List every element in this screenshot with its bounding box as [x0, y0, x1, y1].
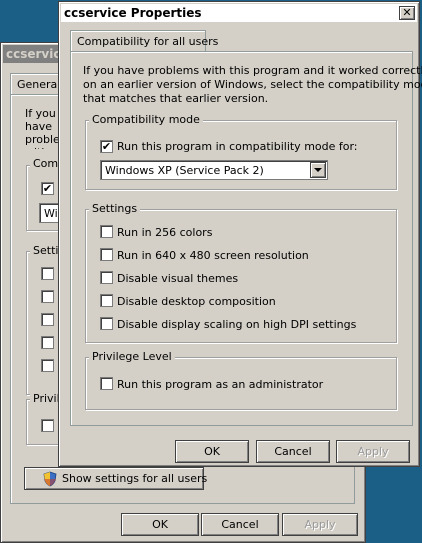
setting-256-colors-label[interactable]: Run in 256 colors [117, 226, 212, 239]
setting-visual-themes-label[interactable]: Disable visual themes [117, 272, 238, 285]
back-tab-general-label: General [17, 78, 61, 91]
setting-256-colors-checkbox[interactable] [100, 225, 113, 238]
compat-mode-group-label: Compatibility mode [89, 113, 203, 126]
back-setting-checkbox-1[interactable] [41, 267, 54, 280]
back-privilege-group-label: Privilege Level [30, 392, 61, 405]
privilege-level-group-label: Privilege Level [89, 350, 175, 363]
back-cancel-button[interactable]: Cancel [201, 513, 279, 536]
settings-group-label: Settings [89, 202, 141, 215]
back-window-title: ccservice Properties [6, 47, 61, 61]
back-ok-button[interactable]: OK [121, 513, 199, 536]
back-compat-group-label: Compatibility mode [30, 157, 61, 170]
setting-640x480-label[interactable]: Run in 640 x 480 screen resolution [117, 249, 309, 262]
setting-dpi-scaling-checkbox[interactable] [100, 317, 113, 330]
intro-line-3: that matches that earlier version. [83, 92, 269, 105]
close-button[interactable]: ✕ [399, 6, 415, 20]
cancel-button[interactable]: Cancel [256, 440, 330, 463]
back-setting-checkbox-5[interactable] [41, 359, 54, 372]
back-intro-text: If you have problems with this program a… [25, 107, 61, 149]
back-setting-checkbox-4[interactable] [41, 336, 54, 349]
back-tab-general[interactable]: General [10, 73, 62, 95]
intro-line-1: If you have problems with this program a… [83, 64, 422, 77]
setting-dpi-scaling-label[interactable]: Disable display scaling on high DPI sett… [117, 318, 356, 331]
back-settings-group-label: Settings [30, 244, 61, 257]
dialog-titlebar[interactable]: ccservice Properties [61, 4, 417, 22]
uac-shield-icon [43, 471, 57, 487]
back-compat-checkbox[interactable]: ✔ [41, 182, 54, 195]
back-show-all-users-button[interactable]: Show settings for all users [24, 467, 208, 490]
setting-desktop-composition-checkbox[interactable] [100, 294, 113, 307]
intro-line-2: on an earlier version of Windows, select… [83, 78, 422, 91]
run-as-admin-checkbox[interactable] [100, 377, 113, 390]
back-window-titlebar[interactable]: ccservice Properties [3, 45, 61, 63]
compat-mode-checkbox-label[interactable]: Run this program in compatibility mode f… [117, 140, 358, 153]
close-icon: ✕ [402, 6, 412, 19]
back-show-all-users-label: Show settings for all users [62, 472, 208, 485]
compat-properties-dialog: ccservice Properties ✕ Compatibility for… [58, 1, 422, 467]
dialog-title: ccservice Properties [64, 6, 202, 20]
setting-640x480-checkbox[interactable] [100, 248, 113, 261]
compat-mode-checkbox[interactable]: ✔ [100, 140, 113, 153]
tab-compatibility-label: Compatibility for all users [77, 35, 219, 48]
back-setting-checkbox-3[interactable] [41, 313, 54, 326]
apply-button[interactable]: Apply [336, 440, 410, 463]
back-privilege-checkbox[interactable] [41, 419, 54, 432]
compat-mode-select-value: Windows XP (Service Pack 2) [105, 164, 264, 177]
back-apply-button[interactable]: Apply [282, 513, 358, 536]
setting-visual-themes-checkbox[interactable] [100, 271, 113, 284]
chevron-down-icon[interactable] [310, 162, 326, 178]
back-setting-checkbox-2[interactable] [41, 290, 54, 303]
tab-compatibility-all-users[interactable]: Compatibility for all users [70, 30, 218, 52]
run-as-admin-label[interactable]: Run this program as an administrator [117, 378, 323, 391]
ok-button[interactable]: OK [175, 440, 249, 463]
compat-mode-select[interactable]: Windows XP (Service Pack 2) [100, 160, 328, 180]
setting-desktop-composition-label[interactable]: Disable desktop composition [117, 295, 276, 308]
